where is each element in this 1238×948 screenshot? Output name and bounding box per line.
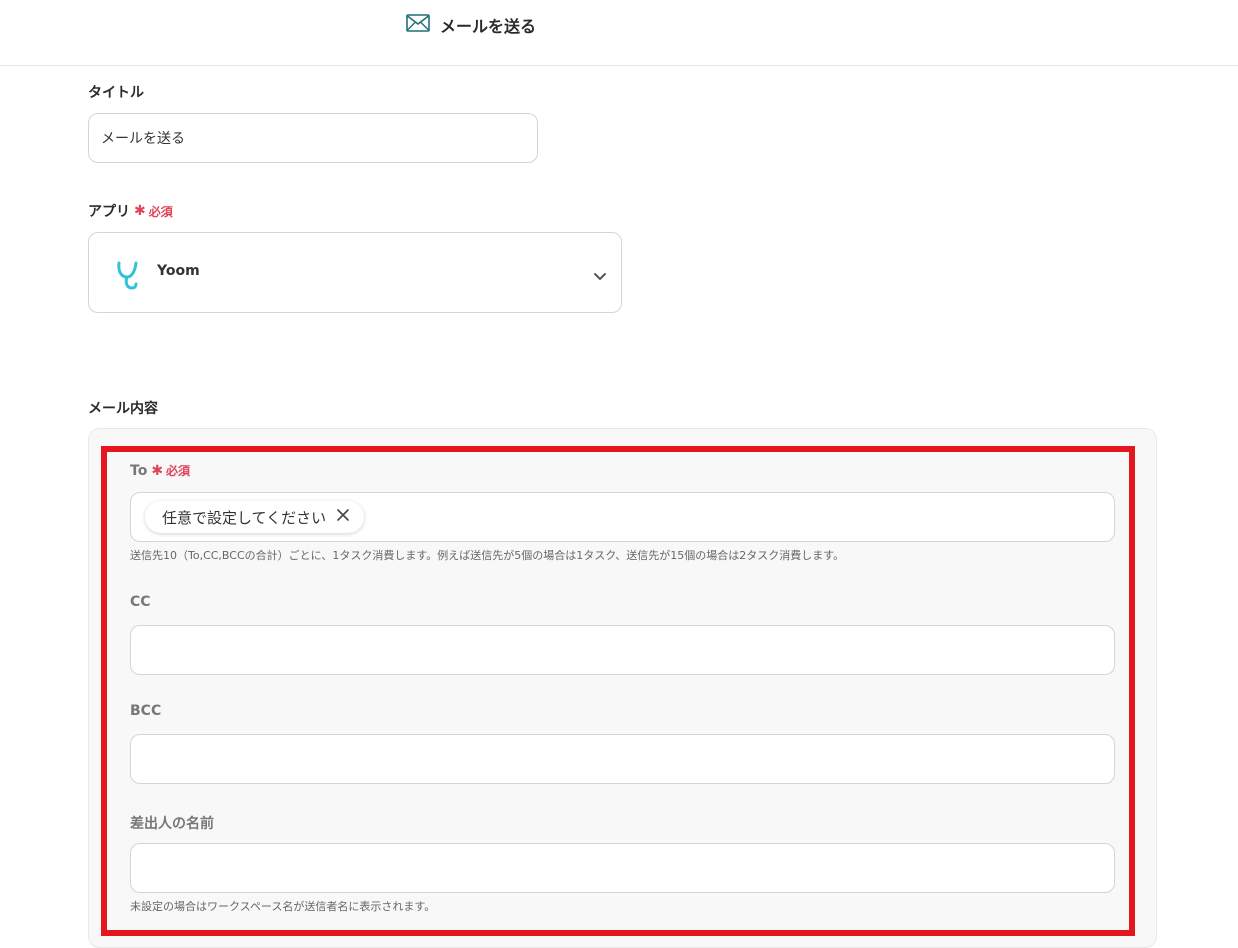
app-selected-name: Yoom	[157, 263, 200, 279]
page-header: メールを送る	[0, 0, 1238, 66]
app-label: アプリ ✱ 必須	[88, 201, 173, 221]
required-badge: ✱ 必須	[134, 203, 173, 220]
required-text: 必須	[148, 204, 173, 219]
title-label-text: タイトル	[88, 85, 144, 101]
mail-section-label-text: メール内容	[88, 401, 158, 417]
app-select[interactable]: Yoom	[88, 232, 622, 313]
title-label: タイトル	[88, 82, 144, 102]
title-input[interactable]: メールを送る	[88, 113, 538, 163]
mail-icon	[406, 14, 430, 36]
chevron-down-icon[interactable]	[593, 267, 607, 286]
required-asterisk-icon: ✱	[134, 203, 146, 219]
header-title-group: メールを送る	[406, 13, 536, 37]
highlight-box	[101, 446, 1135, 936]
page-title: メールを送る	[440, 17, 537, 36]
yoom-logo-icon	[115, 257, 143, 295]
app-label-text: アプリ	[88, 204, 130, 220]
mail-section-label: メール内容	[88, 398, 158, 418]
title-input-value: メールを送る	[101, 131, 185, 147]
